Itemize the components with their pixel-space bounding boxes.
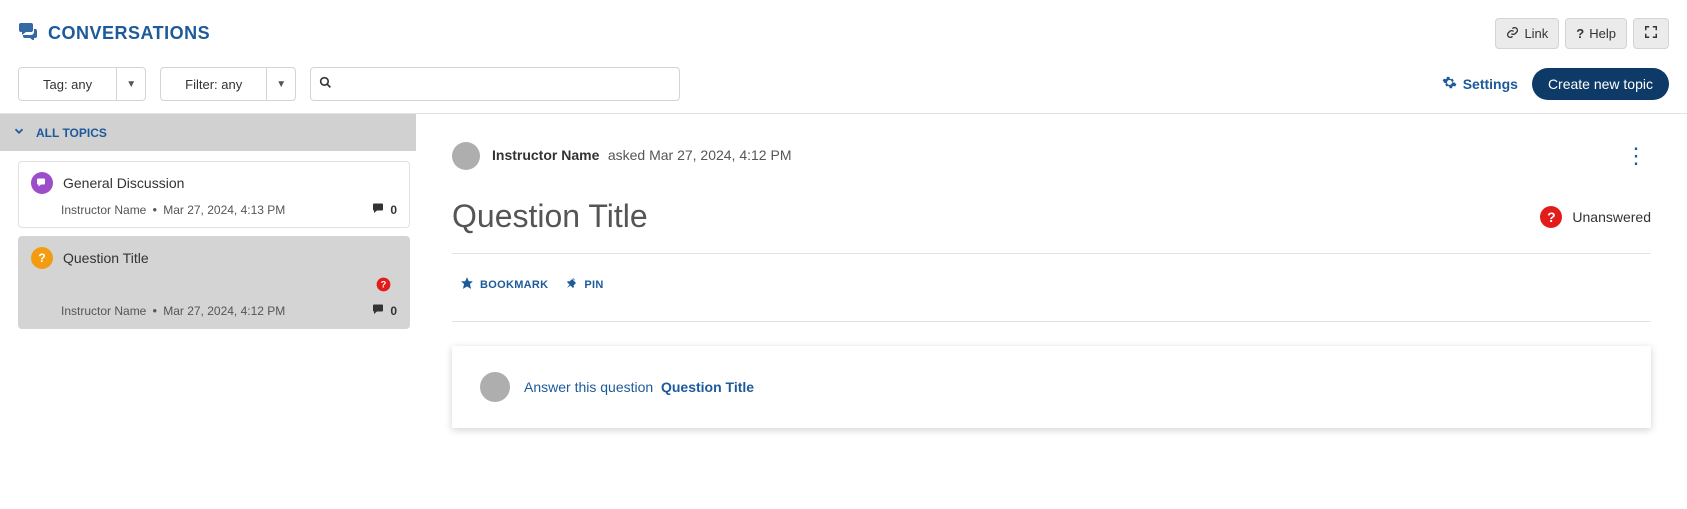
header-left: CONVERSATIONS — [18, 22, 210, 46]
bookmark-button[interactable]: BOOKMARK — [460, 276, 548, 293]
search-box[interactable] — [310, 67, 680, 101]
svg-text:?: ? — [381, 280, 387, 290]
caret-down-icon: ▼ — [267, 68, 295, 100]
dot-separator: ● — [152, 306, 157, 315]
post-title: Question Title — [452, 198, 648, 235]
pin-icon — [566, 276, 578, 293]
post-header: Instructor Name asked Mar 27, 2024, 4:12… — [452, 142, 1651, 170]
comment-icon — [372, 303, 384, 318]
topic-title: General Discussion — [63, 175, 184, 191]
topic-list: General Discussion Instructor Name ● Mar… — [0, 151, 416, 329]
caret-down-icon: ▼ — [117, 68, 145, 100]
header-actions: Link ? Help — [1495, 18, 1669, 49]
topic-title: Question Title — [63, 250, 149, 266]
topic-comment-count: 0 — [390, 304, 397, 318]
topic-author: Instructor Name — [61, 203, 146, 217]
kebab-icon: ⋮ — [1625, 152, 1645, 160]
post-menu-button[interactable]: ⋮ — [1619, 152, 1651, 160]
help-button[interactable]: ? Help — [1565, 18, 1627, 49]
link-button[interactable]: Link — [1495, 18, 1559, 49]
toolbar: Tag: any ▼ Filter: any ▼ Settings Create… — [0, 59, 1687, 114]
discussion-icon — [31, 172, 53, 194]
settings-link[interactable]: Settings — [1442, 75, 1518, 93]
star-icon — [460, 276, 474, 293]
comment-icon — [372, 202, 384, 217]
question-icon: ? — [31, 247, 53, 269]
post-actions: BOOKMARK PIN — [452, 272, 1651, 303]
divider — [452, 321, 1651, 322]
topic-card-general-discussion[interactable]: General Discussion Instructor Name ● Mar… — [18, 161, 410, 228]
pin-button[interactable]: PIN — [566, 276, 603, 293]
conversations-icon — [18, 22, 38, 46]
all-topics-toggle[interactable]: ALL TOPICS — [0, 114, 416, 151]
topic-time: Mar 27, 2024, 4:13 PM — [163, 203, 285, 217]
settings-label: Settings — [1463, 76, 1518, 92]
help-icon: ? — [1576, 26, 1584, 41]
fullscreen-button[interactable] — [1633, 18, 1669, 49]
page-title: CONVERSATIONS — [48, 23, 210, 44]
filter-dropdown-label: Filter: any — [161, 68, 267, 100]
link-icon — [1506, 26, 1519, 42]
alert-icon: ? — [376, 277, 397, 295]
tag-dropdown-label: Tag: any — [19, 68, 117, 100]
topic-card-question-title[interactable]: ? Question Title ? Instructor Name ● Mar… — [18, 236, 410, 329]
post-title-row: Question Title ? Unanswered — [452, 198, 1651, 235]
sidebar: ALL TOPICS General Discussion Instructor… — [0, 114, 416, 468]
dot-separator: ● — [152, 205, 157, 214]
post-content: Instructor Name asked Mar 27, 2024, 4:12… — [416, 114, 1687, 468]
chevron-down-icon — [12, 124, 26, 141]
post-author: Instructor Name — [492, 147, 599, 163]
avatar — [452, 142, 480, 170]
header: CONVERSATIONS Link ? Help — [0, 0, 1687, 59]
search-input[interactable] — [338, 77, 671, 92]
unanswered-label: Unanswered — [1572, 209, 1651, 225]
create-topic-button[interactable]: Create new topic — [1532, 68, 1669, 100]
expand-icon — [1644, 25, 1658, 42]
topic-comment-count: 0 — [390, 203, 397, 217]
pin-label: PIN — [584, 279, 603, 291]
help-button-label: Help — [1589, 26, 1616, 41]
unanswered-status: ? Unanswered — [1540, 206, 1651, 228]
unanswered-icon: ? — [1540, 206, 1562, 228]
topic-time: Mar 27, 2024, 4:12 PM — [163, 304, 285, 318]
link-button-label: Link — [1524, 26, 1548, 41]
answer-prompt: Answer this question — [524, 379, 653, 395]
avatar — [480, 372, 510, 402]
post-time: Mar 27, 2024, 4:12 PM — [649, 147, 791, 163]
tag-dropdown[interactable]: Tag: any ▼ — [18, 67, 146, 101]
gear-icon — [1442, 75, 1457, 93]
body: ALL TOPICS General Discussion Instructor… — [0, 114, 1687, 468]
search-icon — [319, 76, 332, 92]
topic-author: Instructor Name — [61, 304, 146, 318]
all-topics-label: ALL TOPICS — [36, 126, 107, 140]
bookmark-label: BOOKMARK — [480, 279, 548, 291]
answer-title: Question Title — [661, 379, 754, 395]
divider — [452, 253, 1651, 254]
answer-card[interactable]: Answer this question Question Title — [452, 346, 1651, 428]
post-verb: asked — [608, 147, 645, 163]
filter-dropdown[interactable]: Filter: any ▼ — [160, 67, 296, 101]
